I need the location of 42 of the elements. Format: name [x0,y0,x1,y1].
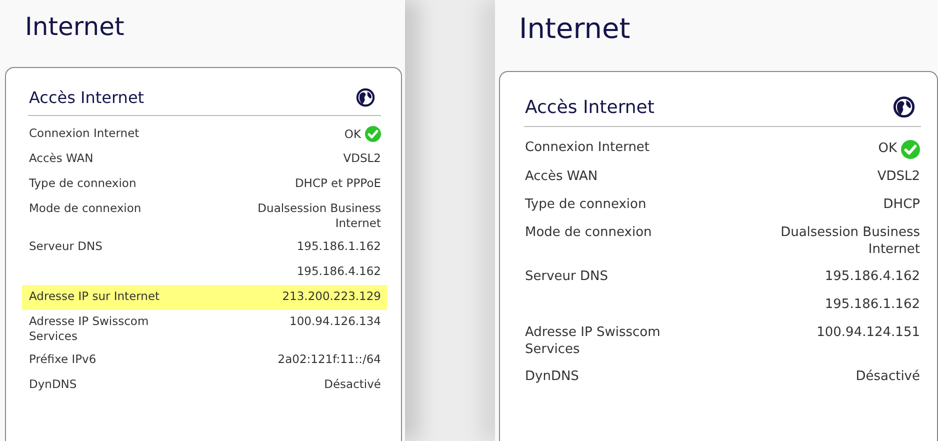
field-value: VDSL2 [343,151,381,166]
field-label: Type de connexion [29,176,136,191]
field-value: 195.186.4.162 [296,264,381,279]
field-label: Adresse IP sur Internet [29,288,160,304]
field-label: Mode de connexion [525,225,652,242]
field-value: Dualsession Business Internet [256,201,381,231]
field-label: Accès WAN [525,169,598,186]
field-label: Mode de connexion [29,201,142,216]
page-title: Internet [519,12,632,47]
field-value: 195.186.1.162 [296,238,381,254]
field-label: Serveur DNS [29,238,102,254]
globe-icon [356,88,375,107]
field-value: 213.200.223.129 [282,288,381,304]
field-value: Désactivé [856,368,920,386]
field-value: 195.186.4.162 [824,268,920,286]
field-value: 100.94.124.151 [816,324,920,342]
field-value: OK [344,126,361,142]
page-title: Internet [25,12,126,43]
field-value: OK [878,141,897,158]
field-label: Type de connexion [525,197,646,214]
field-value: Dualsession Business Internet [780,225,920,259]
field-label: Connexion Internet [29,126,140,141]
field-value: DHCP [883,197,920,214]
field-value: VDSL2 [877,169,920,186]
field-label: DynDNS [525,368,579,386]
field-value: Désactivé [324,376,381,392]
field-value: DHCP et PPPoE [294,176,381,191]
field-label: Connexion Internet [525,140,650,157]
card-title: Accès Internet [29,88,144,107]
field-value: 2a02:121f:11::/64 [278,352,381,367]
field-label: Accès WAN [29,151,94,166]
field-label: Serveur DNS [525,268,608,286]
check-icon [365,126,381,142]
field-label: DynDNS [29,376,77,392]
field-value: 195.186.1.162 [824,296,920,314]
globe-icon [893,96,915,118]
field-label: Préfixe IPv6 [29,352,96,367]
field-value: 100.94.126.134 [290,314,381,329]
card-title: Accès Internet [525,96,654,118]
field-label: Adresse IP Swisscom Services [525,324,662,359]
field-label: Adresse IP Swisscom Services [29,314,150,344]
check-icon [901,140,920,159]
